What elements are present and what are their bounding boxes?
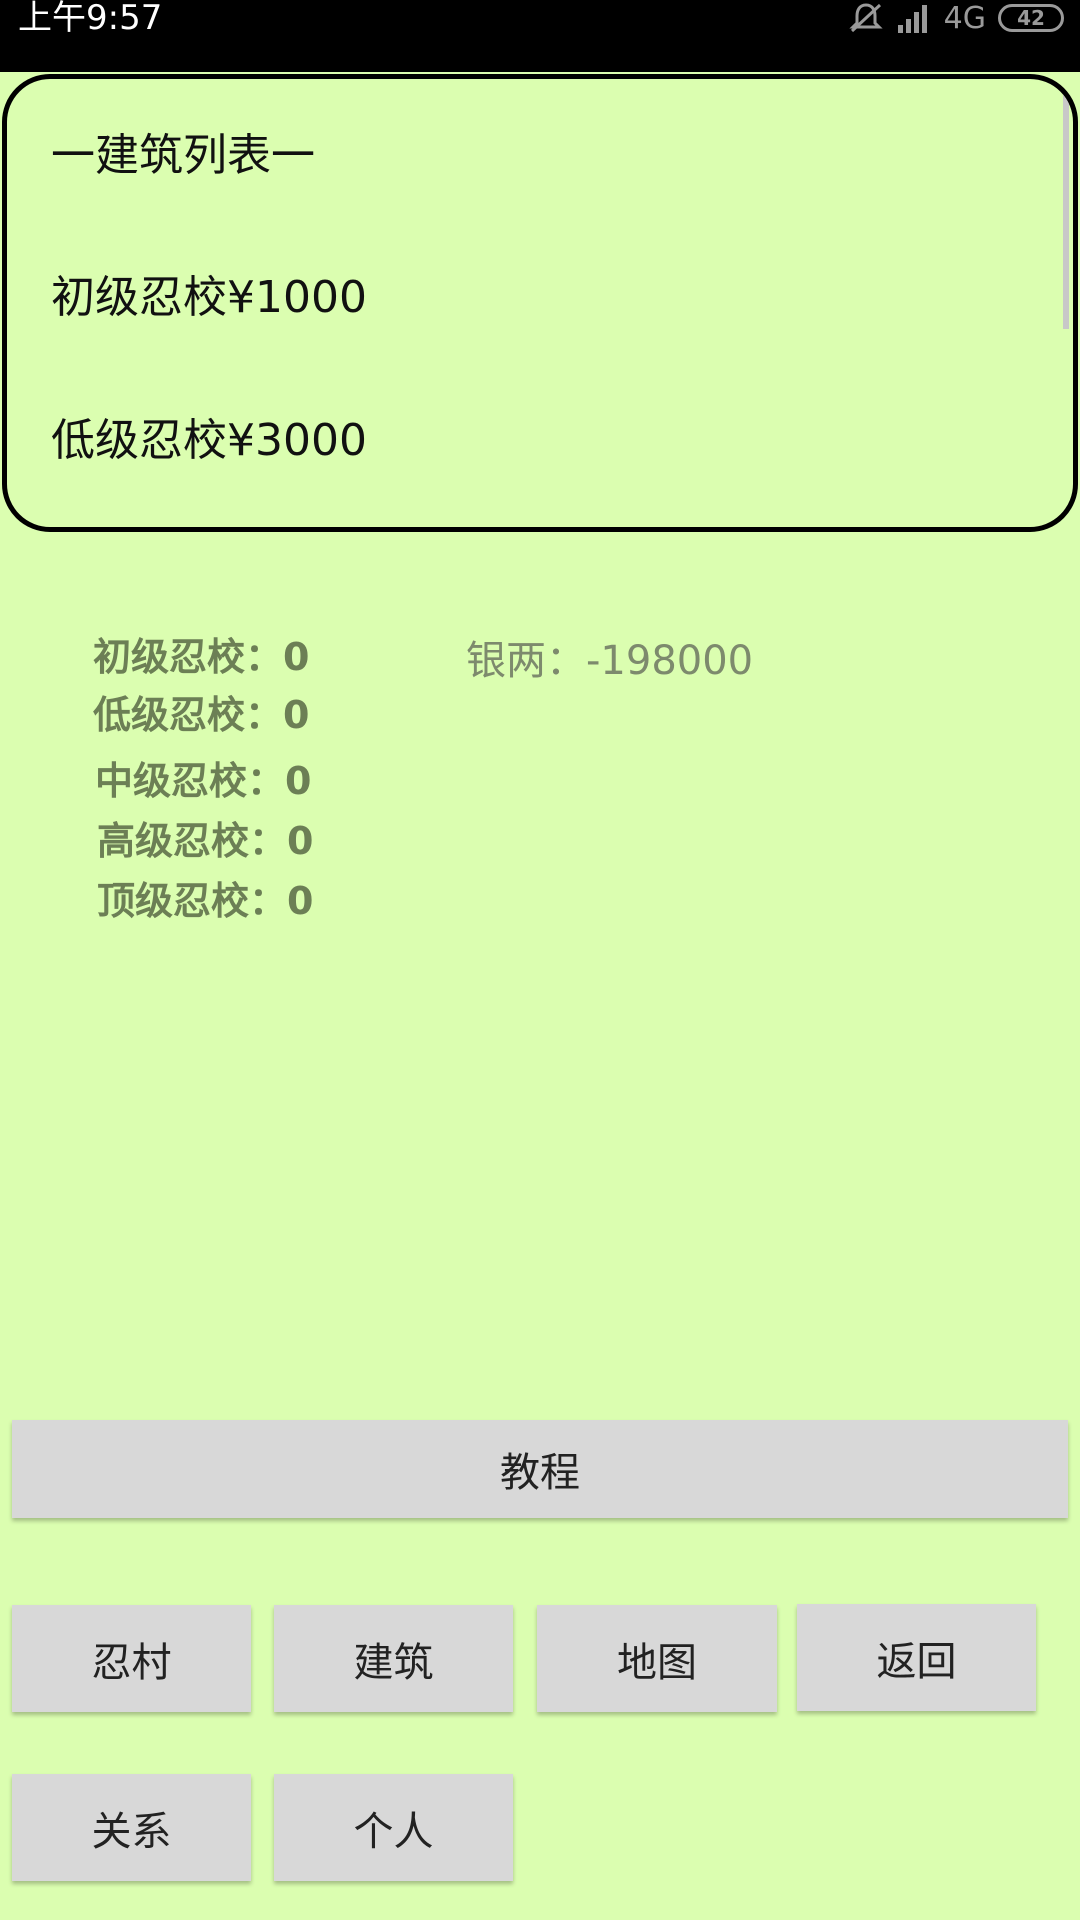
- building-list-item[interactable]: 初级忍校¥1000: [51, 261, 367, 325]
- building-button[interactable]: 建筑: [274, 1605, 513, 1712]
- status-bar: 上午9:57 4G 42: [0, 0, 1080, 72]
- status-time: 上午9:57: [18, 0, 163, 38]
- stat-top-school: 顶级忍校：0: [97, 879, 314, 923]
- relations-button[interactable]: 关系: [12, 1774, 251, 1881]
- back-button[interactable]: 返回: [797, 1604, 1036, 1711]
- mute-icon: [849, 3, 883, 33]
- map-button[interactable]: 地图: [537, 1605, 777, 1712]
- stat-high-school: 高级忍校：0: [97, 819, 314, 863]
- network-type-label: 4G: [943, 0, 986, 36]
- personal-button[interactable]: 个人: [274, 1774, 513, 1881]
- signal-icon: [897, 5, 927, 33]
- building-list-title: 一建筑列表一: [51, 130, 315, 181]
- stat-low-school: 低级忍校：0: [93, 693, 310, 737]
- village-button[interactable]: 忍村: [12, 1605, 251, 1712]
- status-icons: 4G 42: [848, 0, 1064, 36]
- battery-level: 42: [1017, 6, 1045, 30]
- money-display: 银两：-198000: [466, 638, 754, 684]
- tutorial-button[interactable]: 教程: [12, 1420, 1068, 1518]
- building-list-item[interactable]: 低级忍校¥3000: [51, 404, 367, 468]
- battery-icon: 42: [998, 4, 1064, 32]
- stat-mid-school: 中级忍校：0: [95, 759, 312, 803]
- list-scrollbar[interactable]: [1063, 79, 1069, 329]
- stat-elementary-school: 初级忍校：0: [93, 635, 310, 679]
- building-list-panel[interactable]: 一建筑列表一 初级忍校¥1000 低级忍校¥3000: [2, 74, 1078, 532]
